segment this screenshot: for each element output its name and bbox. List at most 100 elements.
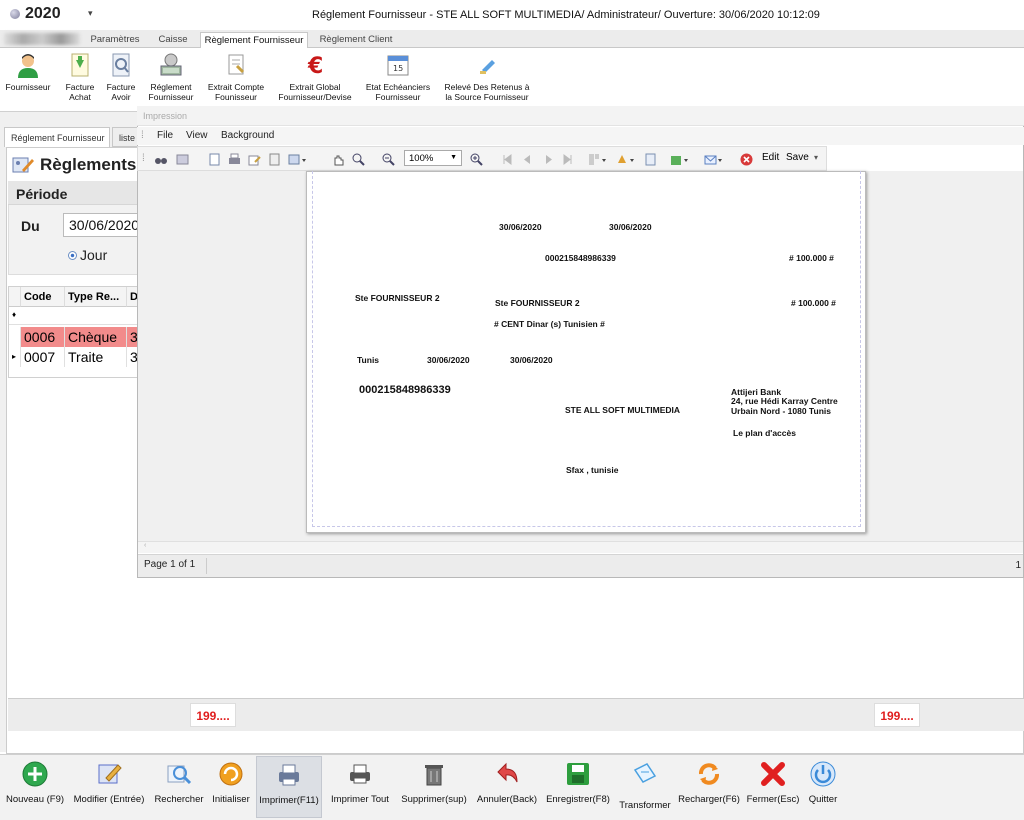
calendar-day: 15 [393,64,403,73]
quick-print-icon[interactable] [248,153,261,166]
button-label: Recharger(F6) [678,794,740,805]
initialiser-button[interactable]: Initialiser [208,760,254,805]
ribbon-facture-achat-button[interactable]: Facture Achat [62,52,98,102]
watermark-icon[interactable] [644,153,657,166]
horizontal-scrollbar[interactable]: ‹ [138,541,1023,553]
ribbon-reglement-fournisseur-button[interactable]: Réglement Fournisseur [144,52,198,102]
menu-grip-icon: ⁞ [141,130,144,141]
enregistrer-button[interactable]: Enregistrer(F8) [544,760,612,805]
menu-view[interactable]: View [186,130,208,141]
imprimer-button[interactable]: Imprimer(F11) [256,756,322,818]
zoom-select[interactable]: 100% ▼ [404,150,462,166]
table-row[interactable]: ▸ 0007 Traite 3 [9,347,139,367]
cheque-amount-2: # 100.000 # [791,298,836,308]
ribbon-label: Facture [65,82,95,92]
modifier-button[interactable]: Modifier (Entrée) [70,760,148,805]
scale-icon[interactable] [268,153,281,166]
tab-caisse[interactable]: Caisse [152,32,194,48]
scroll-left-icon[interactable]: ‹ [144,542,146,549]
rechercher-button[interactable]: Rechercher [152,760,206,805]
cheque-access: Le plan d'accès [733,428,796,438]
tab-reglement-client[interactable]: Règlement Client [314,32,398,48]
next-page-icon[interactable] [542,153,555,166]
recharger-button[interactable]: Recharger(F6) [676,760,742,805]
ribbon-label: Facture [106,82,136,92]
fermer-button[interactable]: Fermer(Esc) [744,760,802,805]
period-label: Période [16,186,68,202]
year-label: 2020 [25,5,61,22]
toolbar-overflow-icon[interactable]: ▾ [814,153,824,166]
supprimer-button[interactable]: Supprimer(sup) [398,760,470,805]
bookmark-icon[interactable] [176,153,189,166]
reglements-grid[interactable]: Code Type Re... D ♦ 0006 Chèque 3 ▸ 0007… [8,286,139,378]
ribbon-etat-echeanciers-button[interactable]: 15 Etat Echéanciers Fournisseur [362,52,434,102]
zoom-in-icon[interactable] [470,153,483,166]
hand-tool-icon[interactable] [332,153,345,166]
cheque-date-4: 30/06/2020 [510,355,553,365]
menu-file[interactable]: File [157,130,173,141]
previous-page-icon[interactable] [520,153,533,166]
multiple-pages-icon[interactable] [588,153,608,166]
menu-background[interactable]: Background [221,130,274,141]
quick-access-dropdown[interactable]: ▾ [88,8,93,19]
save-icon [564,760,592,788]
imprimer-tout-button[interactable]: Imprimer Tout [326,760,394,805]
cell-type: Traite [65,347,127,367]
cell-type: Chèque [65,327,127,347]
email-icon[interactable] [704,153,724,166]
power-icon [809,760,837,788]
ribbon-tab-hidden[interactable] [4,33,80,45]
ribbon-label: Réglement [150,82,192,92]
window-title: Réglement Fournisseur - STE ALL SOFT MUL… [312,9,820,21]
page-layout-icon[interactable] [288,153,308,166]
find-icon[interactable] [154,153,167,166]
color-icon[interactable] [616,153,636,166]
button-label: Imprimer(F11) [259,795,319,806]
quitter-button[interactable]: Quitter [804,760,842,805]
nouveau-button[interactable]: Nouveau (F9) [4,760,66,805]
column-type[interactable]: Type Re... [65,287,127,307]
ribbon-label: Fournisseur [5,82,51,92]
cheque-city: Tunis [357,355,380,365]
transformer-button[interactable]: Transformer [616,760,674,811]
cheque-supplier-left: Ste FOURNISSEUR 2 [355,293,440,303]
magnifier-icon[interactable] [352,153,365,166]
date-du-field[interactable]: 30/06/2020 [63,213,143,237]
ribbon-label-2: Achat [69,92,91,102]
ribbon-fournisseur-button[interactable]: Fournisseur [2,52,54,92]
svg-text:€: € [307,54,323,78]
impression-menu: ⁞ File View Background [137,127,1024,145]
ribbon-releve-retenus-button[interactable]: Relevé Des Retenus à la Source Fournisse… [440,52,534,102]
ribbon-facture-avoir-button[interactable]: Facture Avoir [102,52,140,102]
table-row[interactable]: 0006 Chèque 3 [9,327,139,347]
impression-toolbar: ⁞ Edit Save ▾ [137,146,827,171]
last-page-icon[interactable] [562,153,575,166]
ribbon-label-2: Founisseur [214,92,258,102]
ribbon-label: Relevé Des Retenus à [444,82,530,92]
save-button[interactable]: Save [786,152,810,165]
export-icon[interactable] [670,153,690,166]
tab-parametres[interactable]: Paramètres [84,32,146,48]
tab-reglement-fournisseur[interactable]: Règlement Fournisseur [200,32,308,48]
page-setup-icon[interactable] [208,153,221,166]
edit-button[interactable]: Edit [762,152,784,165]
column-code[interactable]: Code [21,287,65,307]
annuler-button[interactable]: Annuler(Back) [474,760,540,805]
button-label: Supprimer(sup) [401,794,467,805]
radio-icon [68,250,77,260]
cheque-bank-addr2: Urbain Nord - 1080 Tunis [731,406,831,416]
doc-tab-reglement-fournisseur[interactable]: Réglement Fournisseur [4,127,110,147]
ribbon-extrait-global-button[interactable]: € Extrait Global Fournisseur/Devise [274,52,356,102]
filter-row[interactable]: ♦ [9,307,139,325]
first-page-icon[interactable] [500,153,513,166]
print-icon[interactable] [228,153,241,166]
button-label: Fermer(Esc) [746,794,800,805]
close-preview-icon[interactable] [740,153,753,166]
cheque-amount-1: # 100.000 # [789,253,834,263]
cheque-bank-addr1: 24, rue Hédi Karray Centre [731,396,838,406]
ribbon-extrait-compte-button[interactable]: Extrait Compte Founisseur [204,52,268,102]
app-year[interactable]: 2020 [10,5,61,23]
zoom-out-icon[interactable] [382,153,395,166]
add-icon [21,760,49,788]
jour-radio[interactable]: Jour [68,247,107,263]
